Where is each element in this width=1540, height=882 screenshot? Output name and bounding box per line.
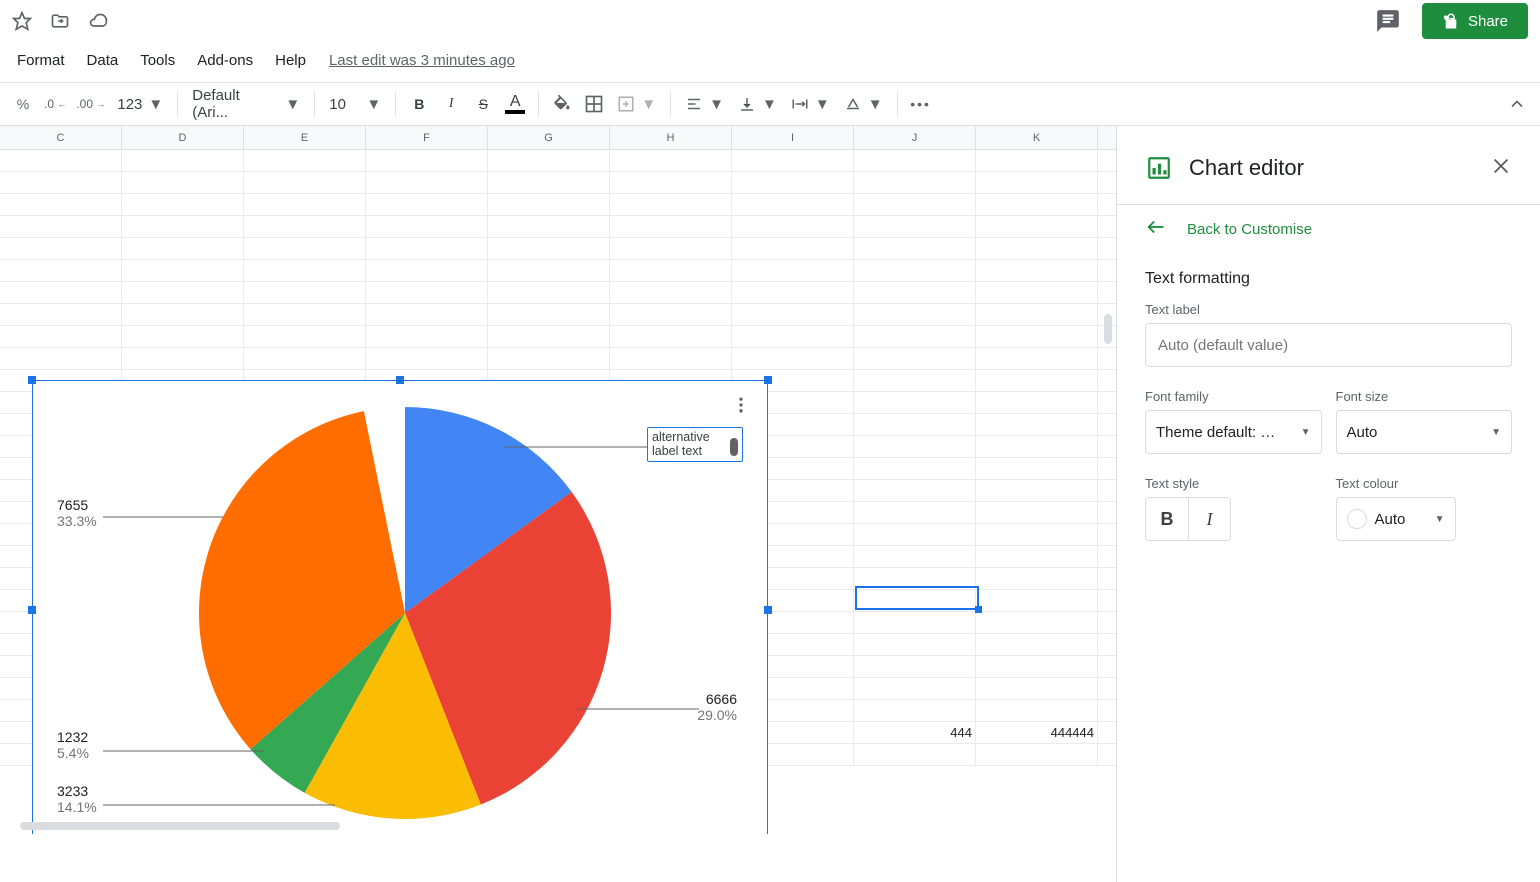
col-header-f[interactable]: F — [366, 126, 488, 149]
col-header-e[interactable]: E — [244, 126, 366, 149]
text-label-label: Text label — [1145, 302, 1512, 317]
number-format-button[interactable]: 123▼ — [111, 89, 169, 119]
spreadsheet-grid[interactable]: C D E F G H I J K 444444444 — [0, 126, 1116, 834]
text-colour-select[interactable]: Auto▼ — [1336, 497, 1456, 541]
panel-title: Chart editor — [1189, 155, 1304, 181]
share-label: Share — [1468, 13, 1508, 30]
more-button[interactable]: ••• — [906, 89, 936, 119]
col-header-d[interactable]: D — [122, 126, 244, 149]
text-label-input[interactable] — [1145, 323, 1512, 367]
horizontal-scrollbar[interactable] — [0, 818, 1116, 834]
wrap-button[interactable]: ▼ — [785, 89, 836, 119]
close-icon[interactable] — [1490, 155, 1512, 182]
menu-data[interactable]: Data — [78, 48, 128, 73]
italic-toggle[interactable]: I — [1188, 498, 1230, 540]
font-size-select[interactable]: 10▼ — [323, 89, 387, 119]
font-family-select[interactable]: Theme default: …▼ — [1145, 410, 1322, 454]
col-header-g[interactable]: G — [488, 126, 610, 149]
col-header-c[interactable]: C — [0, 126, 122, 149]
font-family-label: Font family — [1145, 389, 1322, 404]
collapse-toolbar-icon[interactable] — [1502, 89, 1532, 119]
col-header-i[interactable]: I — [732, 126, 854, 149]
comments-icon[interactable] — [1368, 1, 1408, 41]
back-arrow-icon — [1145, 216, 1167, 243]
strikethrough-button[interactable]: S — [468, 89, 498, 119]
chart-editor-icon — [1145, 154, 1173, 182]
col-header-j[interactable]: J — [854, 126, 976, 149]
label-editor[interactable]: alternative label text — [647, 427, 743, 462]
font-family-select[interactable]: Default (Ari...▼ — [186, 89, 306, 119]
data-label[interactable]: 7655 33.3% — [57, 497, 97, 529]
last-edit-link[interactable]: Last edit was 3 minutes ago — [329, 52, 515, 69]
col-header-h[interactable]: H — [610, 126, 732, 149]
menu-addons[interactable]: Add-ons — [188, 48, 262, 73]
menu-bar: Format Data Tools Add-ons Help Last edit… — [0, 42, 1540, 78]
chart-editor-panel: Chart editor Back to Customise Text form… — [1116, 126, 1540, 882]
label-editor-text: alternative label text — [652, 430, 710, 458]
chart-object[interactable]: alternative label text 6666 29.0% 3233 1… — [32, 380, 768, 834]
font-size-label: Font size — [1336, 389, 1513, 404]
bold-toggle[interactable]: B — [1146, 498, 1188, 540]
bold-button[interactable]: B — [404, 89, 434, 119]
col-header-k[interactable]: K — [976, 126, 1098, 149]
title-bar: Share — [0, 0, 1540, 42]
percent-button[interactable]: % — [8, 89, 38, 119]
pie-chart[interactable] — [195, 403, 615, 823]
star-icon[interactable] — [12, 11, 32, 31]
borders-button[interactable] — [579, 89, 609, 119]
text-colour-label: Text colour — [1336, 476, 1513, 491]
share-button[interactable]: Share — [1422, 3, 1528, 39]
column-headers: C D E F G H I J K — [0, 126, 1116, 150]
valign-button[interactable]: ▼ — [732, 89, 783, 119]
data-label[interactable]: 6666 29.0% — [697, 691, 737, 723]
italic-button[interactable]: I — [436, 89, 466, 119]
menu-tools[interactable]: Tools — [131, 48, 184, 73]
back-link-text: Back to Customise — [1187, 221, 1312, 238]
back-to-customise[interactable]: Back to Customise — [1117, 204, 1540, 254]
vertical-scrollbar[interactable] — [1100, 314, 1116, 804]
label-editor-scrollbar[interactable] — [730, 438, 738, 456]
section-title: Text formatting — [1145, 270, 1512, 288]
menu-help[interactable]: Help — [266, 48, 315, 73]
text-color-button[interactable]: A — [500, 89, 530, 119]
merge-button[interactable]: ▼ — [611, 89, 662, 119]
fill-color-button[interactable] — [547, 89, 577, 119]
halign-button[interactable]: ▼ — [679, 89, 730, 119]
font-size-select[interactable]: Auto▼ — [1336, 410, 1513, 454]
rotate-button[interactable]: ▼ — [838, 89, 889, 119]
text-style-label: Text style — [1145, 476, 1322, 491]
move-folder-icon[interactable] — [50, 11, 70, 31]
toolbar: % .0 ← .00 → 123▼ Default (Ari...▼ 10▼ B… — [0, 82, 1540, 126]
menu-format[interactable]: Format — [8, 48, 74, 73]
chart-menu-icon[interactable] — [731, 395, 751, 420]
data-label[interactable]: 3233 14.1% — [57, 783, 97, 815]
active-cell-handle[interactable] — [975, 606, 982, 613]
cloud-status-icon[interactable] — [88, 11, 108, 31]
decrease-decimal-button[interactable]: .0 ← — [40, 89, 70, 119]
increase-decimal-button[interactable]: .00 → — [72, 89, 109, 119]
data-label[interactable]: 1232 5.4% — [57, 729, 89, 761]
